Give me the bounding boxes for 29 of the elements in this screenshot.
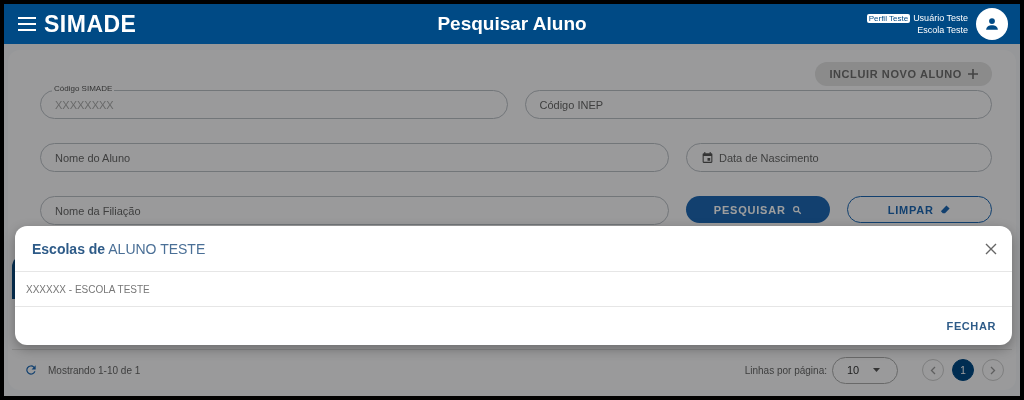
close-button[interactable]: FECHAR xyxy=(946,318,996,334)
text-field[interactable]: Nome do Aluno xyxy=(40,143,669,172)
avatar-button[interactable] xyxy=(976,8,1008,40)
search-icon xyxy=(791,204,802,215)
chevron-left-icon xyxy=(930,365,936,375)
page-title: Pesquisar Aluno xyxy=(437,13,587,34)
field-label: Código SIMADE xyxy=(52,84,115,93)
search-button[interactable]: PESQUISAR xyxy=(686,196,830,223)
profile-badge: Perfil Teste xyxy=(866,13,911,23)
school-name: Escola Teste xyxy=(917,25,968,35)
page-button[interactable]: 1 xyxy=(952,359,974,381)
chevron-right-icon xyxy=(990,365,996,375)
app-logo: SIMADE xyxy=(44,10,137,38)
refresh-icon[interactable] xyxy=(24,363,38,377)
calendar-icon xyxy=(701,151,714,164)
close-icon[interactable] xyxy=(984,241,998,256)
menu-icon[interactable] xyxy=(18,17,36,31)
eraser-icon xyxy=(939,204,951,215)
rows-per-page-label: Linhas por página: xyxy=(744,364,827,376)
caret-icon xyxy=(873,368,881,372)
school-item: XXXXXX - ESCOLA TESTE xyxy=(26,283,150,295)
text-field[interactable]: Nome da Filiação xyxy=(40,196,669,225)
dialog-title: Escolas de ALUNO TESTE xyxy=(32,240,206,257)
date-field[interactable]: Data de Nascimento xyxy=(686,143,992,172)
user-icon xyxy=(985,17,999,31)
results-summary: Mostrando 1-10 de 1 xyxy=(48,364,141,376)
user-name: Usuário Teste xyxy=(913,13,968,23)
plus-icon xyxy=(968,69,978,79)
text-field[interactable]: Código INEP xyxy=(524,90,992,119)
